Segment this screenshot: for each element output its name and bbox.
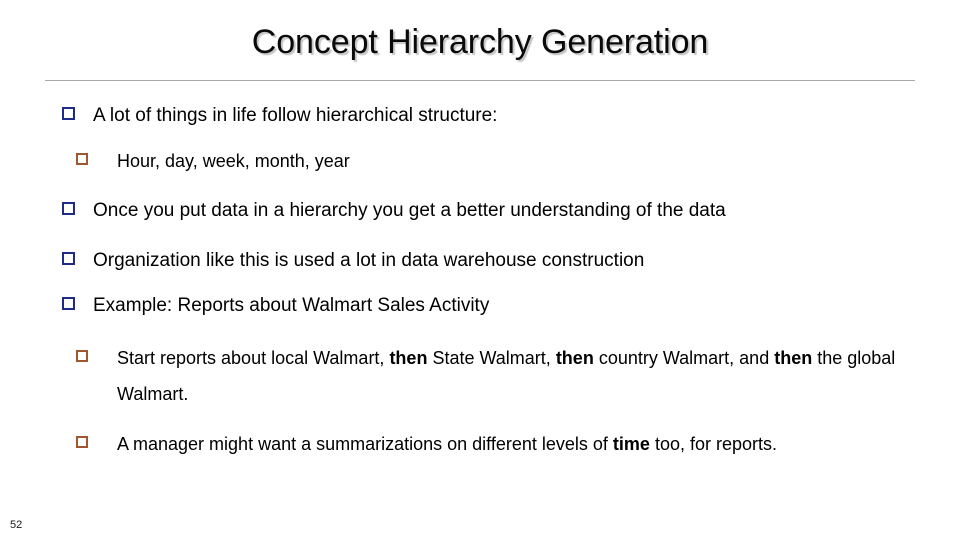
bullet-square-icon: [62, 202, 75, 215]
list-item: Start reports about local Walmart, then …: [0, 340, 960, 412]
list-item-text: Hour, day, week, month, year: [117, 151, 350, 171]
list-item: Once you put data in a hierarchy you get…: [0, 193, 960, 229]
slide: Concept Hierarchy Generation A lot of th…: [0, 0, 960, 540]
list-item: Example: Reports about Walmart Sales Act…: [0, 288, 960, 324]
title-area: Concept Hierarchy Generation: [0, 22, 960, 62]
page-title: Concept Hierarchy Generation: [251, 23, 709, 61]
list-item: Organization like this is used a lot in …: [0, 243, 960, 279]
bullet-square-icon: [62, 252, 75, 265]
title-divider: [45, 80, 915, 81]
bullet-square-icon: [62, 297, 75, 310]
list-item-text: A manager might want a summarizations on…: [117, 434, 777, 454]
bullet-square-icon: [76, 153, 88, 165]
list-item-text: Example: Reports about Walmart Sales Act…: [93, 295, 490, 316]
bullet-square-icon: [76, 350, 88, 362]
list-item: A lot of things in life follow hierarchi…: [0, 98, 960, 134]
list-item-text: A lot of things in life follow hierarchi…: [93, 105, 498, 126]
list-item-text: Organization like this is used a lot in …: [93, 250, 645, 271]
list-item-text: Once you put data in a hierarchy you get…: [93, 200, 726, 221]
list-item: A manager might want a summarizations on…: [0, 426, 960, 462]
list-item-text: Start reports about local Walmart, then …: [117, 348, 896, 404]
slide-number: 52: [10, 519, 23, 531]
bullet-square-icon: [76, 436, 88, 448]
list-item: Hour, day, week, month, year: [0, 143, 960, 179]
bullet-list: A lot of things in life follow hierarchi…: [0, 98, 960, 462]
bullet-square-icon: [62, 107, 75, 120]
